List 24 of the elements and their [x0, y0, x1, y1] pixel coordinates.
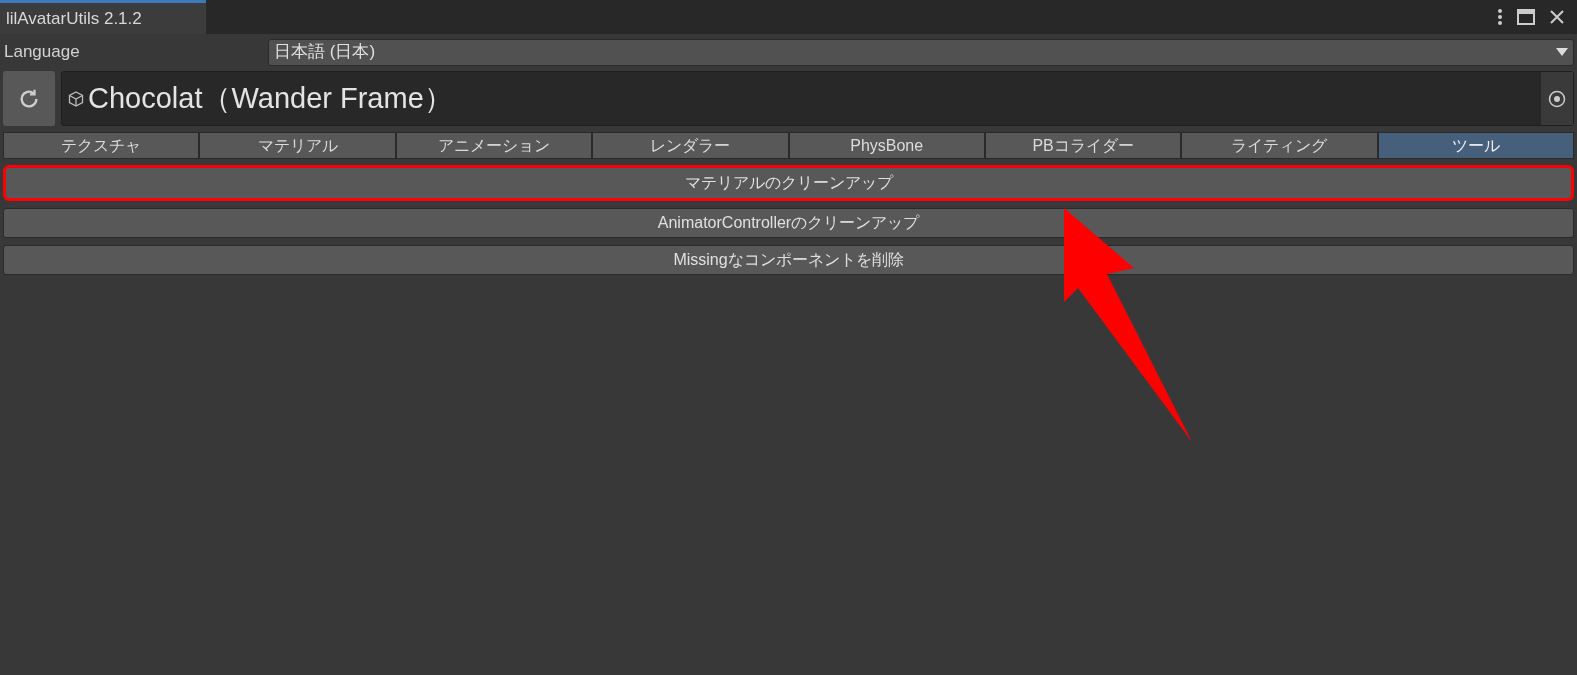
refresh-button[interactable]	[3, 71, 55, 126]
maximize-icon[interactable]	[1517, 9, 1535, 25]
more-icon[interactable]	[1497, 8, 1503, 26]
cube-icon	[68, 90, 84, 107]
tool-button[interactable]: Missingなコンポーネントを削除	[3, 245, 1574, 275]
refresh-icon	[18, 87, 40, 110]
tab[interactable]: レンダラー	[592, 132, 789, 159]
language-dropdown[interactable]: 日本語 (日本)	[268, 38, 1574, 66]
tab[interactable]: ツール	[1377, 132, 1574, 159]
language-label: Language	[3, 41, 81, 64]
tab[interactable]: PBコライダー	[984, 132, 1182, 159]
tab[interactable]: PhysBone	[788, 132, 985, 159]
tab[interactable]: ライティング	[1181, 132, 1378, 159]
object-name: Chocolat（Wander Frame）	[88, 80, 453, 116]
close-icon[interactable]	[1549, 9, 1565, 25]
caret-icon	[1556, 48, 1568, 56]
object-field[interactable]: Chocolat（Wander Frame）	[61, 71, 1574, 126]
target-icon[interactable]	[1548, 89, 1566, 108]
window-tab[interactable]: lilAvatarUtils 2.1.2	[0, 0, 206, 34]
tab[interactable]: アニメーション	[395, 132, 593, 159]
tool-button[interactable]: マテリアルのクリーンアップ	[3, 165, 1574, 201]
tab[interactable]: テクスチャ	[3, 132, 200, 159]
tab[interactable]: マテリアル	[199, 132, 396, 159]
tool-button[interactable]: AnimatorControllerのクリーンアップ	[3, 208, 1574, 238]
